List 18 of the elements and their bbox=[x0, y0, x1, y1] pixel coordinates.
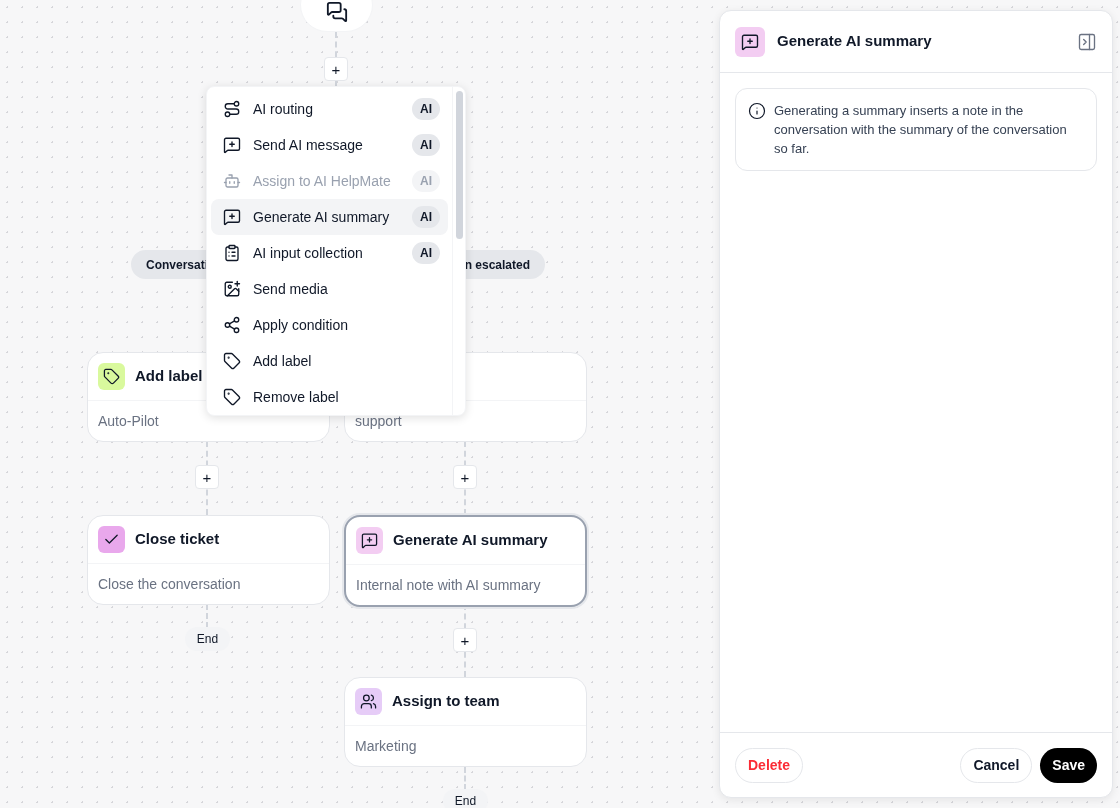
end-marker: End bbox=[185, 627, 230, 651]
step-description: Auto-Pilot bbox=[98, 411, 159, 431]
step-description: Close the conversation bbox=[98, 574, 241, 594]
end-marker: End bbox=[443, 789, 488, 808]
step-description: support bbox=[355, 411, 402, 431]
ai-badge: AI bbox=[412, 98, 440, 120]
step-description: Internal note with AI summary bbox=[356, 575, 541, 595]
info-text: Generating a summary inserts a note in the conversation with the summary of the conversation so far. bbox=[774, 102, 1068, 158]
ai-badge: AI bbox=[412, 134, 440, 156]
ai-badge: AI bbox=[412, 206, 440, 228]
step-title: Generate AI summary bbox=[393, 530, 548, 551]
step-title: Close ticket bbox=[135, 529, 220, 550]
ai-badge: AI bbox=[412, 242, 440, 264]
step-title: Add label bbox=[135, 366, 203, 387]
panel-title: Generate AI summary bbox=[777, 31, 933, 52]
ai-badge: AI bbox=[412, 170, 440, 192]
step-title: Assign to team bbox=[392, 691, 500, 712]
step-description: Marketing bbox=[355, 736, 417, 756]
